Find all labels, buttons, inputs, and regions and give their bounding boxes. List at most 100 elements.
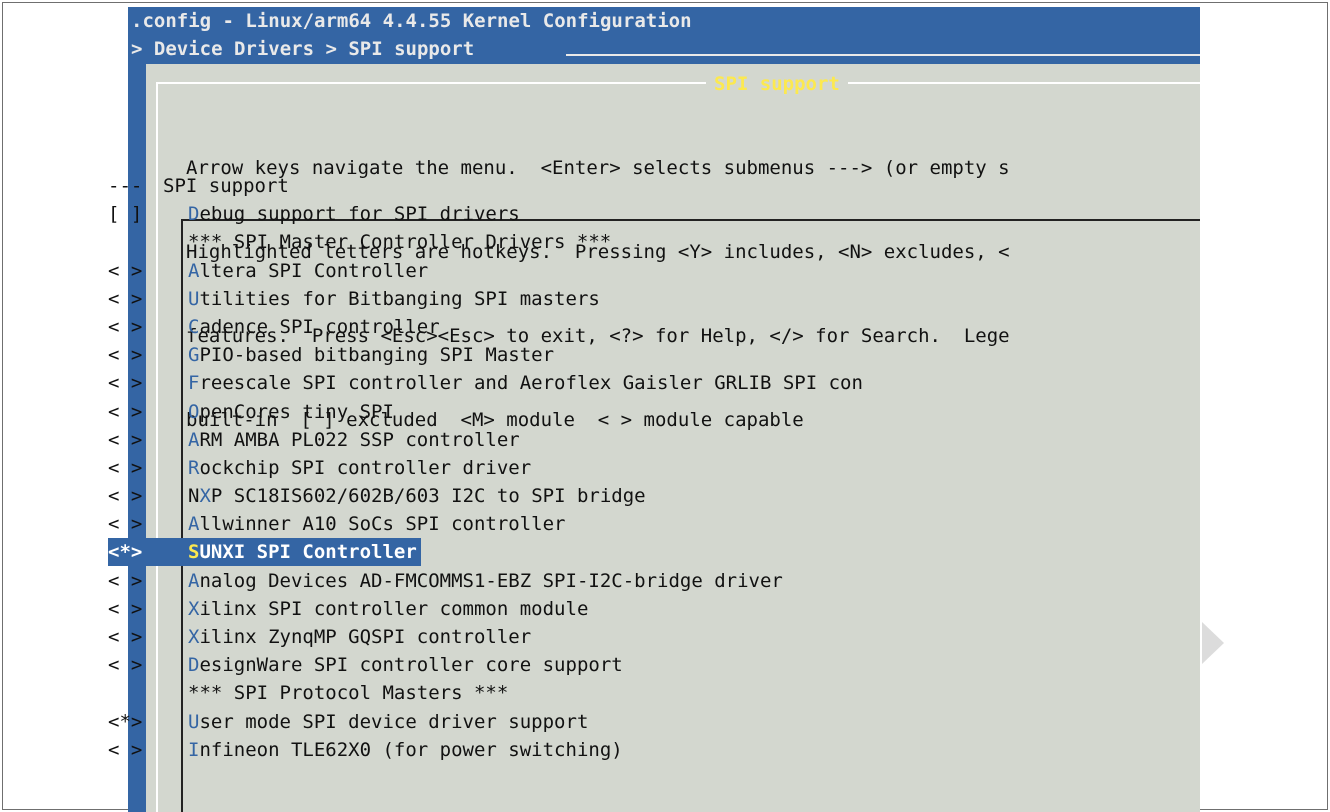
menu-item-flag: < > (108, 259, 143, 282)
menu-item-text: ebug support for SPI drivers (199, 203, 520, 226)
menu-item[interactable]: < > Infineon TLE62X0 (for power switching… (108, 736, 1108, 764)
menu-item-label: Allwinner A10 SoCs SPI controller (188, 510, 566, 538)
scroll-right-arrow-icon[interactable] (1202, 622, 1224, 664)
hotkey-letter: O (188, 400, 200, 423)
menu-item-flag: < > (108, 654, 143, 677)
menu-header-text: SPI support (163, 175, 289, 197)
menu-item-text: ilinx ZynqMP GQSPI controller (199, 626, 532, 648)
menu-item-text: reescale SPI controller and Aeroflex Gai… (199, 372, 863, 395)
menu-item-flag: <*> (108, 710, 143, 733)
menu-item[interactable]: < > Rockchip SPI controller driver (108, 454, 1108, 482)
menu-item[interactable]: < > ARM AMBA PL022 SSP controller (108, 426, 1108, 454)
menu-item-flag: < > (108, 597, 143, 620)
hotkey-letter: S (188, 541, 200, 564)
menu-item-text: adence SPI controller (199, 315, 440, 338)
menu-item-label: Altera SPI Controller (188, 257, 428, 285)
menu-item-label: Rockchip SPI controller driver (188, 454, 531, 482)
menu-item-text: nalog Devices AD-FMCOMMS1-EBZ SPI-I2C-br… (199, 569, 783, 592)
menu-item-text: ilinx SPI controller common module (199, 597, 589, 620)
menu-list[interactable]: --- SPI support [ ] Debug support for SPI d… (108, 172, 1108, 764)
menu-comment: *** SPI Protocol Masters *** (108, 679, 1108, 707)
menu-item-flag: < > (108, 513, 143, 536)
menu-item-label: NXP SC18IS602/602B/603 I2C to SPI bridge (188, 482, 646, 510)
menu-item[interactable]: --- SPI support (108, 172, 1108, 200)
hotkey-letter: I (188, 738, 200, 761)
menu-item-flag: < > (108, 626, 143, 648)
hotkey-letter: A (188, 428, 200, 451)
menu-item[interactable]: < > Freescale SPI controller and Aeroflex… (108, 369, 1108, 397)
menu-item-text: ockchip SPI controller driver (199, 456, 532, 479)
menu-item-label: DesignWare SPI controller core support (188, 651, 623, 679)
menu-item-label: Cadence SPI controller (188, 313, 440, 341)
hotkey-letter: X (199, 485, 211, 508)
breadcrumb-rule (566, 54, 1200, 56)
menu-item-flag: <*> (108, 538, 188, 567)
menu-item[interactable]: < > Xilinx SPI controller common module (108, 595, 1108, 623)
menu-item-label: OpenCores tiny SPI (188, 398, 394, 426)
menu-item-text: llwinner A10 SoCs SPI controller (199, 513, 566, 536)
menu-item-text: P SC18IS602/602B/603 I2C to SPI bridge (210, 485, 646, 508)
menu-item-flag: < > (108, 569, 143, 592)
menu-item-label: Xilinx SPI controller common module (188, 595, 588, 623)
menu-item-text: PIO-based bitbanging SPI Master (199, 344, 555, 367)
menu-item-flag: [ ] (108, 203, 143, 226)
hotkey-letter: U (188, 287, 200, 310)
menu-item-prefix: N (188, 485, 200, 508)
menu-item[interactable]: [ ] Debug support for SPI drivers (108, 200, 1108, 228)
hotkey-letter: U (188, 710, 200, 733)
breadcrumb: > Device Drivers > SPI support (131, 38, 475, 60)
menu-item-flag: < > (108, 456, 143, 479)
menu-item-label: SUNXI SPI Controller (188, 538, 421, 567)
menu-item-label: ARM AMBA PL022 SSP controller (188, 426, 520, 454)
menu-item-text: ltera SPI Controller (199, 259, 429, 282)
menu-item[interactable]: < > DesignWare SPI controller core suppor… (108, 651, 1108, 679)
menu-item-text: nfineon TLE62X0 (for power switching) (199, 738, 623, 761)
hotkey-letter: C (188, 315, 200, 338)
hotkey-letter: X (188, 597, 200, 620)
menu-item-label: Utilities for Bitbanging SPI masters (188, 285, 600, 313)
menu-item[interactable]: < > Xilinx ZynqMP GQSPI controller (108, 623, 1108, 651)
menu-item[interactable]: < > Allwinner A10 SoCs SPI controller (108, 510, 1108, 538)
menu-item-label: Infineon TLE62X0 (for power switching) (188, 736, 623, 764)
menu-item-text: esignWare SPI controller core support (199, 654, 623, 677)
menu-item-label: User mode SPI device driver support (188, 708, 588, 736)
menu-item[interactable]: < > GPIO-based bitbanging SPI Master (108, 341, 1108, 369)
menu-item-text: penCores tiny SPI (199, 400, 394, 423)
menu-item-label: *** SPI Protocol Masters *** (188, 679, 508, 707)
menu-item-text: ser mode SPI device driver support (199, 710, 589, 733)
hotkey-letter: R (188, 456, 200, 479)
menu-item[interactable]: < > OpenCores tiny SPI (108, 398, 1108, 426)
dialog-title: SPI support (706, 70, 848, 98)
menu-comment: *** SPI Master Controller Drivers *** (108, 228, 1108, 256)
hotkey-letter: G (188, 344, 200, 367)
menu-item[interactable]: < > Cadence SPI controller (108, 313, 1108, 341)
hotkey-letter: F (188, 372, 200, 395)
menu-item[interactable]: < > Utilities for Bitbanging SPI masters (108, 285, 1108, 313)
menu-item-selected[interactable]: <*> SUNXI SPI Controller (108, 538, 1108, 567)
menu-item-text: tilities for Bitbanging SPI masters (199, 287, 600, 310)
menu-item-label: Debug support for SPI drivers (188, 200, 520, 228)
menu-item-label: Xilinx ZynqMP GQSPI controller (188, 623, 531, 651)
hotkey-letter: A (188, 513, 200, 536)
menu-item[interactable]: <*> User mode SPI device driver support (108, 708, 1108, 736)
menu-item[interactable]: < > Analog Devices AD-FMCOMMS1-EBZ SPI-I2… (108, 567, 1108, 595)
menu-item-label: *** SPI Master Controller Drivers *** (188, 228, 611, 256)
menu-item-flag: < > (108, 372, 143, 395)
menu-item-label: Freescale SPI controller and Aeroflex Ga… (188, 369, 863, 397)
menu-item-text: *** SPI Master Controller Drivers *** (188, 231, 612, 254)
menu-item-flag: < > (108, 400, 143, 423)
menu-item-label: GPIO-based bitbanging SPI Master (188, 341, 554, 369)
menu-item[interactable]: < > Altera SPI Controller (108, 257, 1108, 285)
menu-item-flag: < > (108, 315, 143, 338)
menu-item-flag: < > (108, 738, 143, 761)
hotkey-letter: A (188, 569, 200, 592)
menu-item-text: RM AMBA PL022 SSP controller (199, 428, 520, 451)
menu-item-flag: < > (108, 287, 143, 310)
hotkey-letter: D (188, 654, 200, 677)
menu-item[interactable]: < > NXP SC18IS602/602B/603 I2C to SPI bri… (108, 482, 1108, 510)
config-title: .config - Linux/arm64 4.4.55 Kernel Conf… (131, 10, 692, 32)
hotkey-letter: X (188, 626, 200, 648)
menu-item-flag: < > (108, 485, 143, 508)
menu-item-text: UNXI SPI Controller (199, 541, 417, 564)
hotkey-letter: A (188, 259, 200, 282)
